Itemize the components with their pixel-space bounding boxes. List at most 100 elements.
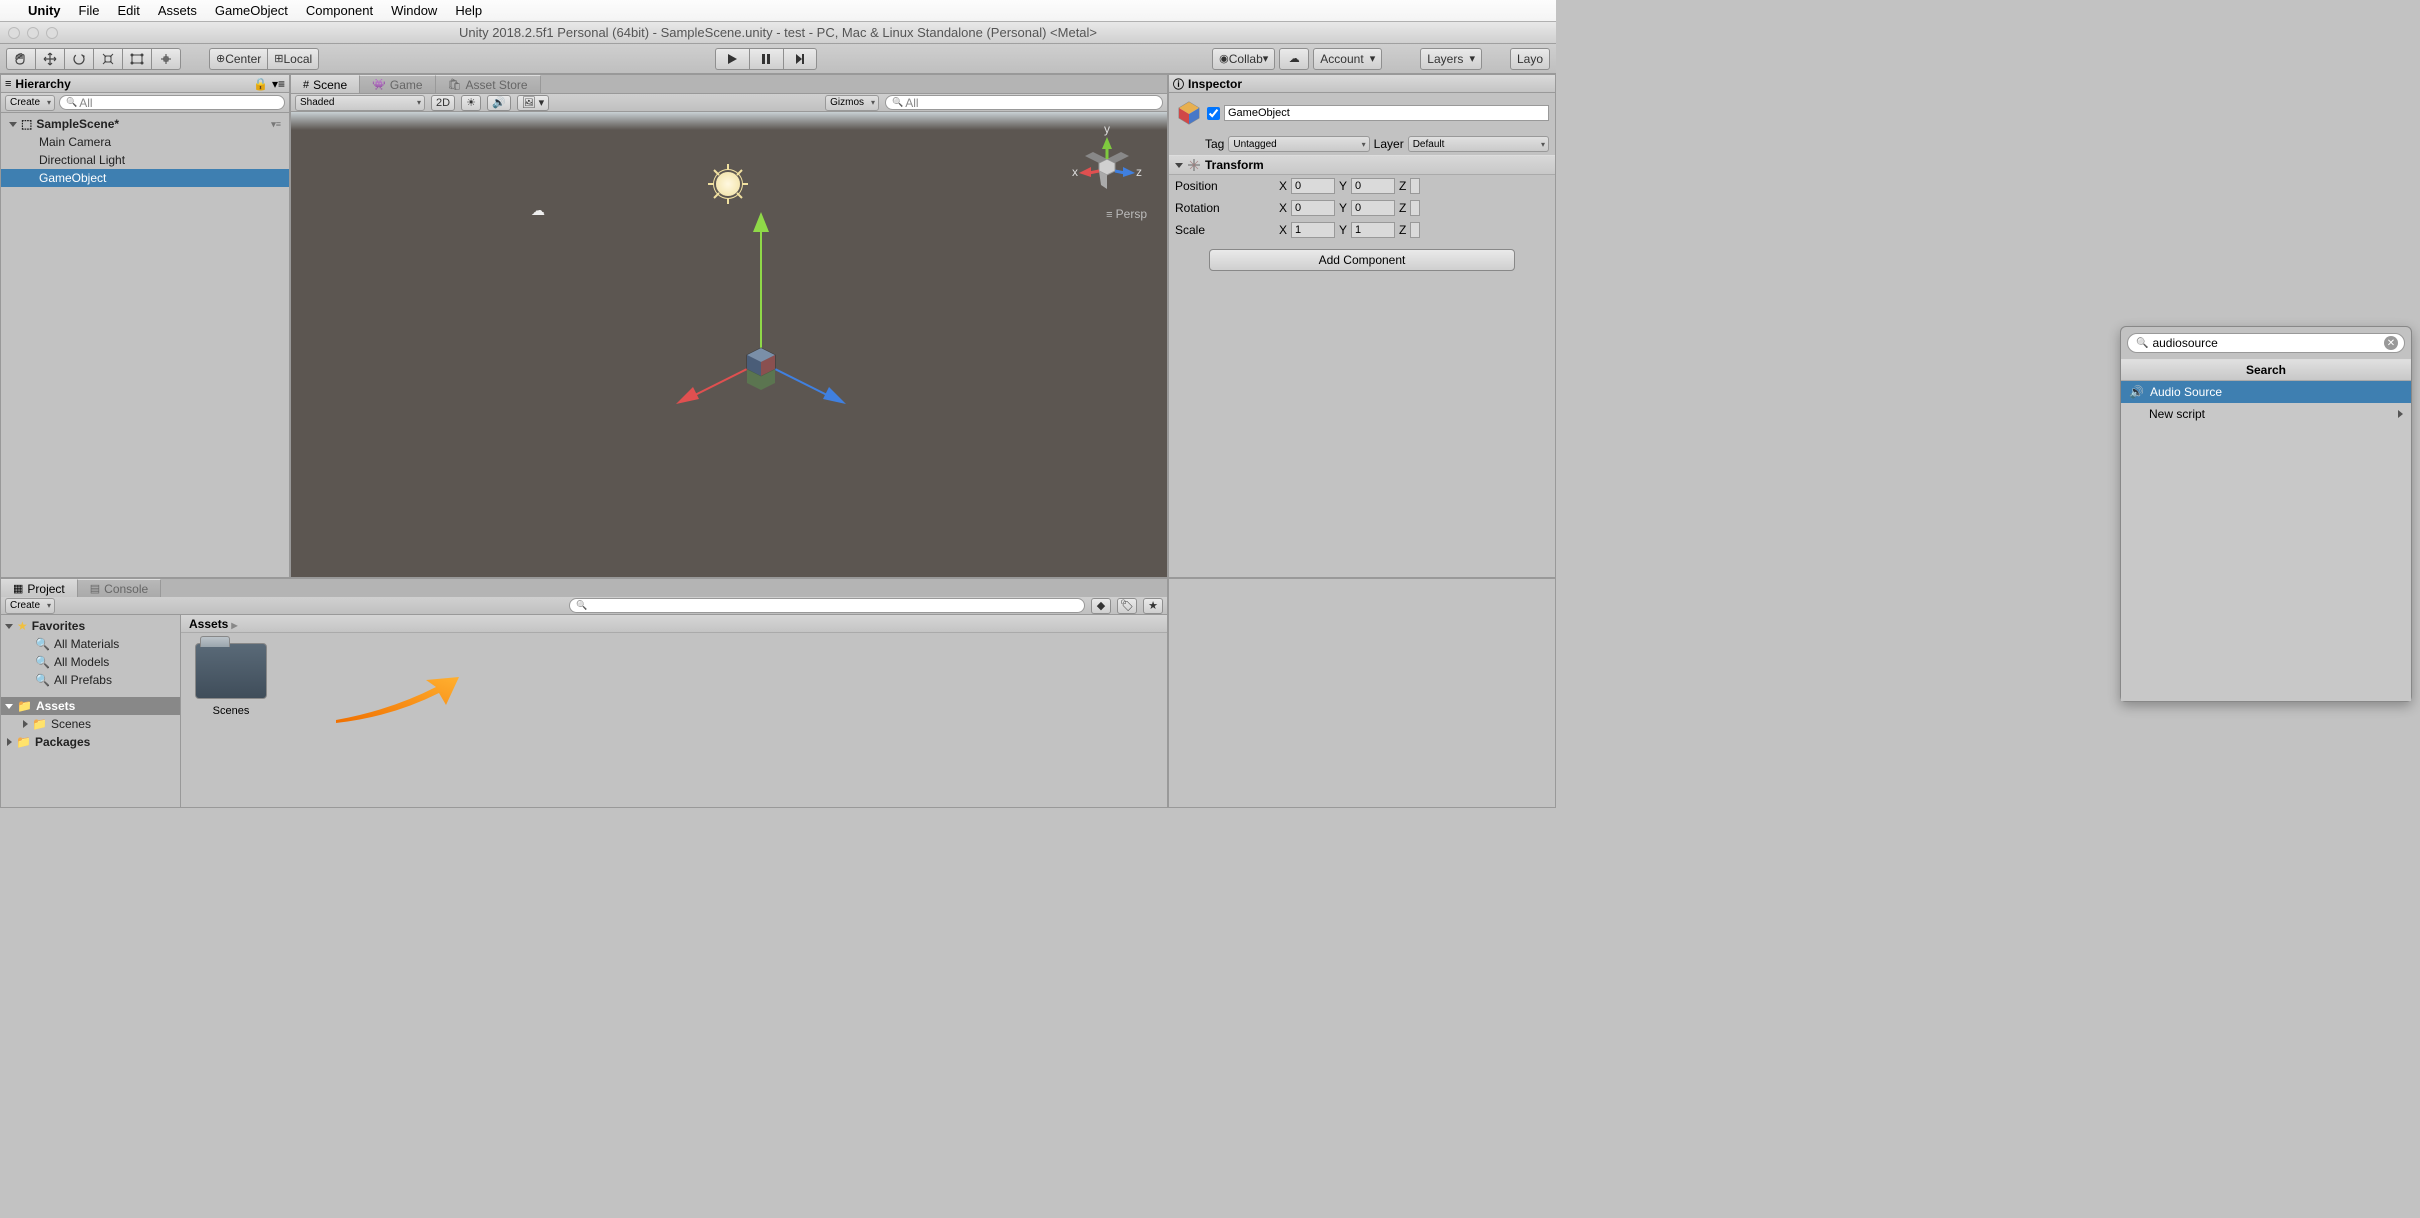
- app-menu[interactable]: Unity: [28, 3, 61, 18]
- fx-toggle[interactable]: 🖼 ▾: [517, 95, 550, 111]
- projection-label[interactable]: ≡ Persp: [1106, 207, 1147, 221]
- hierarchy-tree: ⬚ SampleScene*▾≡ Main Camera Directional…: [1, 113, 289, 577]
- layout-dropdown[interactable]: Layo: [1510, 48, 1550, 70]
- rect-tool[interactable]: [122, 48, 151, 70]
- layer-dropdown[interactable]: Default: [1408, 136, 1549, 152]
- component-result-new-script[interactable]: New script: [2121, 403, 2411, 425]
- scene-orientation-gizmo[interactable]: y x z: [1067, 122, 1147, 202]
- gameobject-name-field[interactable]: [1224, 105, 1549, 121]
- scale-tool[interactable]: [93, 48, 122, 70]
- close-window-button[interactable]: [8, 27, 20, 39]
- tab-console[interactable]: ▤ Console: [78, 579, 161, 597]
- menu-component[interactable]: Component: [306, 3, 373, 18]
- shading-mode-dropdown[interactable]: Shaded: [295, 95, 425, 111]
- tag-dropdown[interactable]: Untagged: [1228, 136, 1369, 152]
- component-result-audio-source[interactable]: 🔊 Audio Source: [2121, 381, 2411, 403]
- hierarchy-item-light[interactable]: Directional Light: [1, 151, 289, 169]
- assets-root[interactable]: 📁 Assets: [1, 697, 180, 715]
- layer-label: Layer: [1374, 137, 1404, 151]
- step-button[interactable]: [783, 48, 817, 70]
- gizmos-dropdown[interactable]: Gizmos: [825, 95, 879, 111]
- position-z[interactable]: [1410, 178, 1420, 194]
- project-panel: ▦ Project ▤ Console Create ◆ 🏷 ★ ★ Favor…: [0, 578, 1168, 808]
- project-tree: ★ Favorites 🔍 All Materials 🔍 All Models…: [1, 615, 181, 807]
- tree-packages[interactable]: 📁 Packages: [1, 733, 180, 751]
- transform-component-header[interactable]: Transform: [1169, 155, 1555, 175]
- search-by-type-icon[interactable]: ◆: [1091, 598, 1111, 614]
- menu-window[interactable]: Window: [391, 3, 437, 18]
- project-content: Assets ▶ Scenes: [181, 615, 1167, 807]
- hierarchy-item-camera[interactable]: Main Camera: [1, 133, 289, 151]
- menu-assets[interactable]: Assets: [158, 3, 197, 18]
- transform-tools: [6, 48, 181, 70]
- audio-toggle[interactable]: 🔊: [487, 95, 511, 111]
- scale-x[interactable]: [1291, 222, 1335, 238]
- add-component-button[interactable]: Add Component: [1209, 249, 1515, 271]
- favorites-header[interactable]: ★ Favorites: [1, 617, 180, 635]
- pause-button[interactable]: [749, 48, 783, 70]
- scene-search[interactable]: All: [885, 95, 1163, 110]
- hierarchy-tab[interactable]: ≡ Hierarchy🔒▾≡: [1, 75, 289, 93]
- hand-tool[interactable]: [6, 48, 35, 70]
- 2d-toggle[interactable]: 2D: [431, 95, 455, 111]
- position-y[interactable]: [1351, 178, 1395, 194]
- audio-icon: 🔊: [2129, 385, 2144, 399]
- rotation-y[interactable]: [1351, 200, 1395, 216]
- traffic-lights: [0, 27, 58, 39]
- scene-root[interactable]: ⬚ SampleScene*▾≡: [1, 115, 289, 133]
- move-tool[interactable]: [35, 48, 64, 70]
- zoom-window-button[interactable]: [46, 27, 58, 39]
- clear-search-icon[interactable]: ✕: [2384, 336, 2398, 350]
- layers-dropdown[interactable]: Layers ▾: [1420, 48, 1482, 70]
- svg-text:y: y: [1104, 122, 1110, 136]
- hierarchy-search[interactable]: All: [59, 95, 285, 110]
- rotate-tool[interactable]: [64, 48, 93, 70]
- gameobject-active-checkbox[interactable]: [1207, 107, 1220, 120]
- handle-rotation-toggle[interactable]: ⊞ Local: [267, 48, 319, 70]
- minimize-window-button[interactable]: [27, 27, 39, 39]
- lighting-toggle[interactable]: ☀: [461, 95, 481, 111]
- move-gizmo[interactable]: [661, 172, 861, 432]
- project-search[interactable]: [569, 598, 1085, 613]
- collab-dropdown[interactable]: ◉ Collab ▾: [1212, 48, 1275, 70]
- window-title: Unity 2018.2.5f1 Personal (64bit) - Samp…: [0, 25, 1556, 40]
- breadcrumb[interactable]: Assets ▶: [181, 615, 1167, 633]
- hierarchy-item-gameobject[interactable]: GameObject: [1, 169, 289, 187]
- transform-tool[interactable]: [151, 48, 181, 70]
- component-search[interactable]: ✕: [2127, 333, 2405, 353]
- menu-help[interactable]: Help: [455, 3, 482, 18]
- scale-z[interactable]: [1410, 222, 1420, 238]
- account-dropdown[interactable]: Account ▾: [1313, 48, 1382, 70]
- pivot-toggle[interactable]: ⊕ Center: [209, 48, 267, 70]
- folder-icon: [195, 643, 267, 699]
- tab-scene[interactable]: # Scene: [291, 75, 360, 93]
- tab-asset-store[interactable]: 🛍 Asset Store: [436, 75, 541, 93]
- scale-y[interactable]: [1351, 222, 1395, 238]
- annotation-arrow: [331, 675, 461, 725]
- project-create-dropdown[interactable]: Create: [5, 598, 55, 614]
- folder-scenes[interactable]: Scenes: [191, 643, 271, 717]
- inspector-lower-blank: [1168, 578, 1556, 808]
- rotation-x[interactable]: [1291, 200, 1335, 216]
- hierarchy-create-dropdown[interactable]: Create: [5, 95, 55, 111]
- cloud-button[interactable]: ☁: [1279, 48, 1309, 70]
- play-button[interactable]: [715, 48, 749, 70]
- rotation-z[interactable]: [1410, 200, 1420, 216]
- tree-scenes[interactable]: 📁 Scenes: [1, 715, 180, 733]
- position-x[interactable]: [1291, 178, 1335, 194]
- fav-all-materials[interactable]: 🔍 All Materials: [1, 635, 180, 653]
- tab-game[interactable]: 👾 Game: [360, 75, 435, 93]
- inspector-panel: ⓘ Inspector Tag Untagged Layer Default T…: [1168, 74, 1556, 578]
- menu-file[interactable]: File: [79, 3, 100, 18]
- inspector-tab[interactable]: ⓘ Inspector: [1169, 75, 1555, 93]
- component-search-input[interactable]: [2152, 336, 2396, 350]
- menu-gameobject[interactable]: GameObject: [215, 3, 288, 18]
- window-titlebar: Unity 2018.2.5f1 Personal (64bit) - Samp…: [0, 22, 1556, 44]
- scene-view[interactable]: ☁ y x z ≡ Persp: [291, 112, 1167, 577]
- fav-all-prefabs[interactable]: 🔍 All Prefabs: [1, 671, 180, 689]
- save-search-icon[interactable]: ★: [1143, 598, 1163, 614]
- fav-all-models[interactable]: 🔍 All Models: [1, 653, 180, 671]
- menu-edit[interactable]: Edit: [117, 3, 139, 18]
- tab-project[interactable]: ▦ Project: [1, 579, 78, 597]
- search-by-label-icon[interactable]: 🏷: [1117, 598, 1137, 614]
